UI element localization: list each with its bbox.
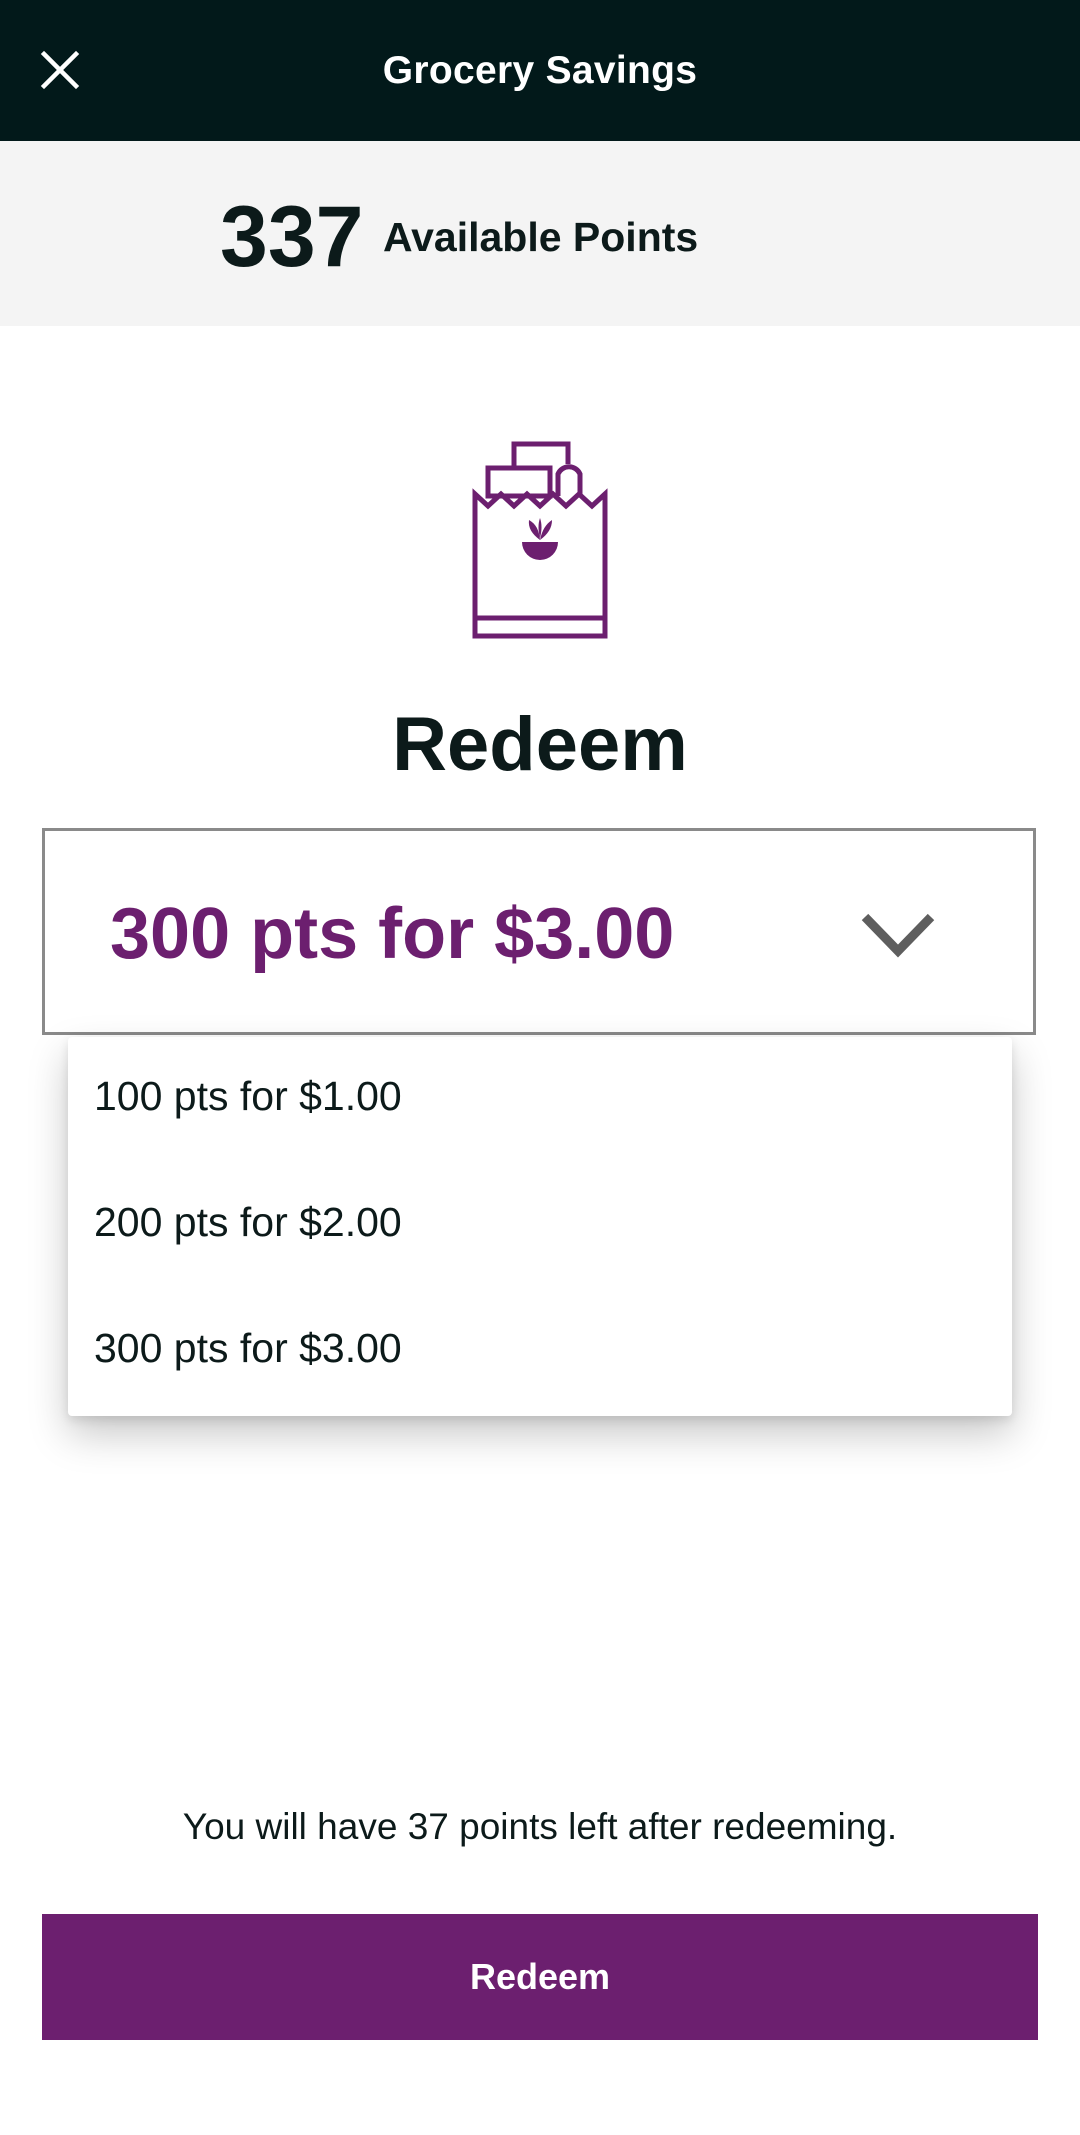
redeem-heading: Redeem — [392, 702, 688, 787]
points-label: Available Points — [383, 214, 699, 260]
dropdown-option-label: 300 pts for $3.00 — [94, 1325, 402, 1371]
selected-option: 300 pts for $3.00 — [110, 894, 675, 974]
remaining-points-text: You will have 37 points left after redee… — [182, 1806, 898, 1847]
points-value: 337 — [220, 189, 364, 285]
app-bar: Grocery Savings — [0, 0, 1080, 141]
chevron-down-icon[interactable] — [860, 911, 936, 961]
dropdown-option-label: 100 pts for $1.00 — [94, 1073, 402, 1119]
page-title: Grocery Savings — [382, 49, 698, 92]
grocery-bag-icon — [472, 441, 608, 639]
dropdown-menu: 100 pts for $1.00 200 pts for $2.00 300 … — [68, 1037, 1012, 1416]
dropdown-option[interactable]: 300 pts for $3.00 — [68, 1289, 1012, 1415]
redeem-option-select[interactable]: 300 pts for $3.00 — [42, 828, 1036, 1035]
points-summary: 337 Available Points — [0, 141, 1080, 326]
dropdown-option[interactable]: 200 pts for $2.00 — [68, 1163, 1012, 1289]
redeem-button[interactable]: Redeem — [42, 1914, 1038, 2040]
dropdown-option[interactable]: 100 pts for $1.00 — [68, 1037, 1012, 1163]
dropdown-option-label: 200 pts for $2.00 — [94, 1199, 402, 1245]
